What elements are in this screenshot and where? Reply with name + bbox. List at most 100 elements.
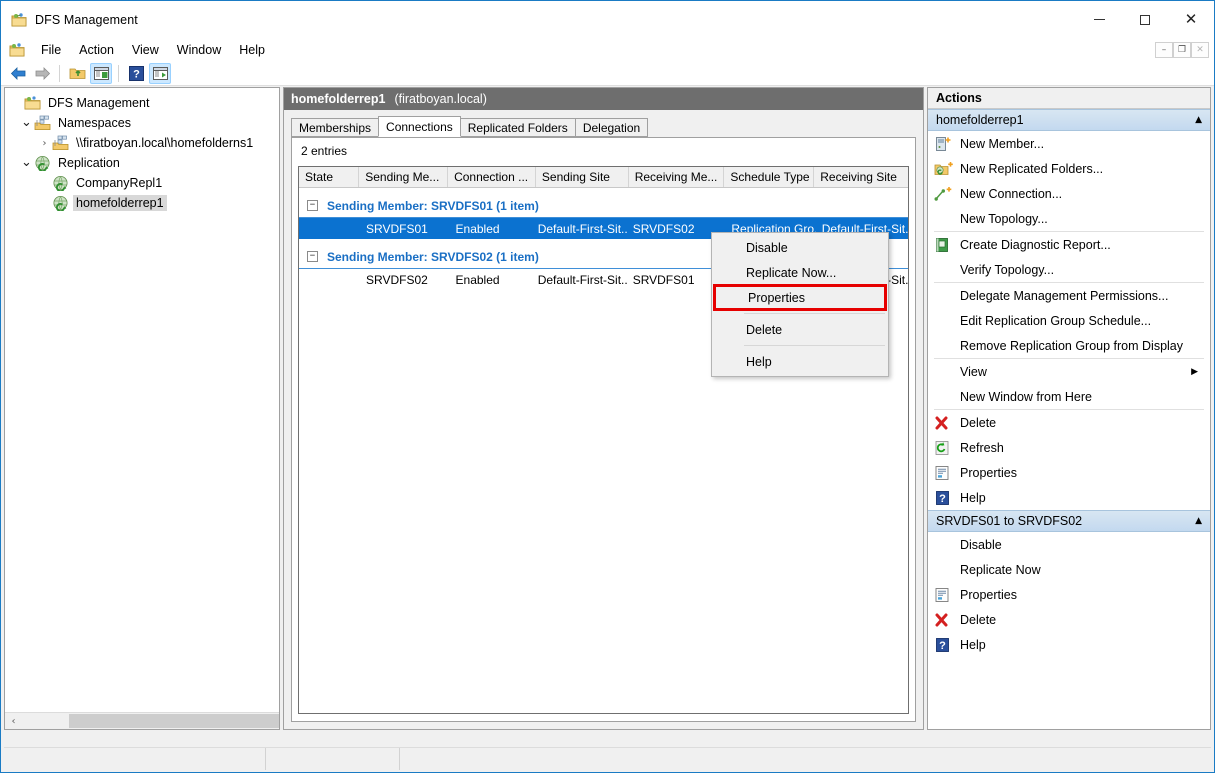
group-header-srvdfs01[interactable]: − Sending Member: SRVDFS01 (1 item) [299,194,908,218]
menu-window[interactable]: Window [168,41,230,59]
content-body: Memberships Connections Replicated Folde… [284,110,923,729]
back-button[interactable] [7,63,29,84]
action-delete[interactable]: Delete [928,410,1210,435]
tab-connections[interactable]: Connections [378,116,461,137]
tab-memberships[interactable]: Memberships [291,118,380,137]
connections-panel: 2 entries State Sending Me... Connection… [291,137,916,722]
close-button[interactable]: ✕ [1168,1,1214,38]
action-remove-replication-group-from-display[interactable]: Remove Replication Group from Display [928,333,1210,358]
new-replicated-folders-icon [934,161,954,177]
menu-file[interactable]: File [32,41,70,59]
menu-view[interactable]: View [123,41,168,59]
actions-section-homefolderrep1[interactable]: homefolderrep1 ▲ [928,109,1210,131]
action-label: Help [960,637,986,652]
context-menu-item-replicate-now[interactable]: Replicate Now... [712,260,888,285]
action-properties[interactable]: Properties [928,460,1210,485]
action-label: Delete [960,612,997,627]
sidebar-item-namespaces[interactable]: ⌄ Namespaces [5,113,279,133]
sidebar-item-replication[interactable]: ⌄ Replication [5,153,279,173]
scrollbar-thumb[interactable] [69,713,279,728]
namespaces-icon [34,115,51,131]
chevron-right-icon[interactable]: ▶ [1191,367,1198,377]
mdi-close-button[interactable]: ✕ [1191,41,1209,58]
context-menu-item-properties[interactable]: Properties [713,284,887,311]
column-header-state[interactable]: State [299,167,360,187]
action-delegate-management-permissions[interactable]: Delegate Management Permissions... [928,283,1210,308]
delete-icon [934,415,954,431]
chevron-right-icon[interactable]: › [37,135,52,151]
sidebar-item-label: CompanyRepl1 [76,176,163,190]
context-menu-item-disable[interactable]: Disable [712,235,888,260]
scrollbar-track[interactable] [22,713,279,730]
sidebar-item-companyrepl1[interactable]: › CompanyRepl1 [5,173,279,193]
column-header-receiving-member[interactable]: Receiving Me... [629,167,725,187]
show-hide-console-tree-button[interactable] [90,62,112,84]
action-connection-delete[interactable]: Delete [928,607,1210,632]
namespace-icon [52,135,69,151]
sidebar-item-label: homefolderrep1 [73,195,167,211]
column-header-sending-site[interactable]: Sending Site [536,167,629,187]
up-one-level-button[interactable] [66,63,88,84]
action-label: New Topology... [960,211,1048,226]
sidebar-item-namespace-homefolderns1[interactable]: › \\firatboyan.local\homefolderns1 [5,133,279,153]
action-label: Delete [960,415,997,430]
action-new-connection[interactable]: New Connection... [928,181,1210,206]
action-edit-replication-group-schedule[interactable]: Edit Replication Group Schedule... [928,308,1210,333]
tab-replicated-folders[interactable]: Replicated Folders [459,118,576,137]
scroll-left-icon[interactable]: ‹ [5,713,22,729]
action-refresh[interactable]: Refresh [928,435,1210,460]
action-help[interactable]: ? Help [928,485,1210,510]
chevron-down-icon[interactable]: ⌄ [19,115,34,131]
tree-horizontal-scrollbar[interactable]: ‹ › [5,712,279,729]
chevron-up-icon[interactable]: ▲ [1195,115,1202,125]
window-title: DFS Management [35,12,138,27]
column-header-sending-member[interactable]: Sending Me... [359,167,449,187]
show-hide-action-pane-button[interactable] [149,62,171,84]
action-connection-disable[interactable]: Disable [928,532,1210,557]
chevron-up-icon[interactable]: ▲ [1195,516,1202,526]
action-connection-replicate-now[interactable]: Replicate Now [928,557,1210,582]
context-menu-item-delete[interactable]: Delete [712,317,888,342]
action-view[interactable]: View ▶ [928,359,1210,384]
collapse-group-icon[interactable]: − [307,200,318,211]
content-header: homefolderrep1 (firatboyan.local) [284,88,923,110]
mdi-restore-button[interactable]: ❐ [1173,41,1191,58]
tab-delegation[interactable]: Delegation [574,118,649,137]
help-button[interactable]: ? [125,63,147,84]
column-header-schedule-type[interactable]: Schedule Type [724,167,815,187]
column-header-receiving-site[interactable]: Receiving Site [814,167,908,187]
action-connection-properties[interactable]: Properties [928,582,1210,607]
action-label: Replicate Now [960,562,1041,577]
action-new-window-from-here[interactable]: New Window from Here [928,384,1210,409]
maximize-button[interactable] [1122,1,1168,38]
action-label: Properties [960,587,1017,602]
collapse-group-icon[interactable]: − [307,251,318,262]
action-new-topology[interactable]: New Topology... [928,206,1210,231]
actions-section-srvdfs01-to-srvdfs02[interactable]: SRVDFS01 to SRVDFS02 ▲ [928,510,1210,532]
tree-root-dfs-management[interactable]: › DFS Management [5,93,279,113]
no-icon [934,537,954,553]
properties-icon [934,465,954,481]
minimize-button[interactable] [1076,1,1122,38]
action-connection-help[interactable]: ? Help [928,632,1210,657]
forward-button[interactable] [31,63,53,84]
column-header-connection[interactable]: Connection ... [448,167,536,187]
action-create-diagnostic-report[interactable]: Create Diagnostic Report... [928,232,1210,257]
actions-section-label: SRVDFS01 to SRVDFS02 [936,514,1083,528]
toolbar-separator [59,64,60,82]
chevron-down-icon[interactable]: ⌄ [19,155,34,171]
action-new-replicated-folders[interactable]: New Replicated Folders... [928,156,1210,181]
mdi-minimize-button[interactable]: – [1155,41,1173,58]
tree-root-label: DFS Management [48,96,150,110]
menu-action[interactable]: Action [70,41,123,59]
action-verify-topology[interactable]: Verify Topology... [928,257,1210,282]
context-menu-item-help[interactable]: Help [712,349,888,374]
dfs-console-icon [9,42,25,58]
menu-help[interactable]: Help [230,41,274,59]
cell-sending-member: SRVDFS01 [366,221,428,236]
action-new-member[interactable]: New Member... [928,131,1210,156]
console-tree-pane: › DFS Management ⌄ [4,87,280,730]
mdi-window-controls: – ❐ ✕ [1155,41,1209,58]
sidebar-item-homefolderrep1[interactable]: › homefolderrep1 [5,193,279,213]
action-label: New Connection... [960,186,1063,201]
